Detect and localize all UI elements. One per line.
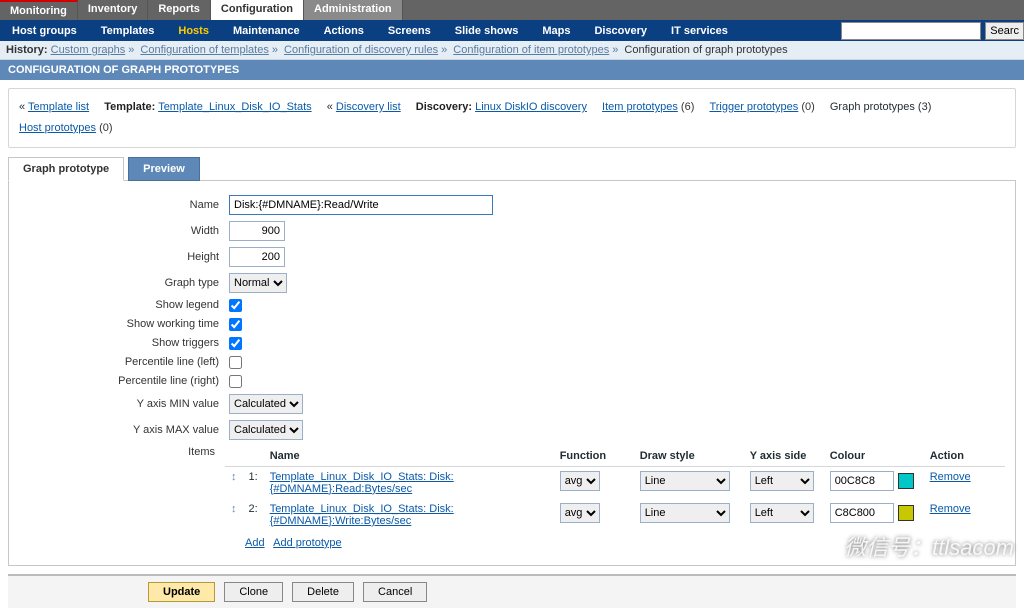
graphtype-label: Graph type [19,277,229,289]
height-label: Height [19,251,229,263]
history-bar: History: Custom graphs» Configuration of… [0,41,1024,60]
page-title: CONFIGURATION OF GRAPH PROTOTYPES [0,60,1024,80]
delete-button[interactable]: Delete [292,582,354,602]
sub-slideshows[interactable]: Slide shows [443,22,531,40]
sub-maps[interactable]: Maps [530,22,582,40]
percright-checkbox[interactable] [229,375,242,388]
item-colour-input[interactable] [830,503,894,523]
top-menu: Monitoring Inventory Reports Configurati… [0,0,1024,20]
col-function: Function [554,446,634,467]
graph-prototypes-label: Graph prototypes (3) [830,101,932,113]
trigger-prototypes-link[interactable]: Trigger prototypes [709,101,798,113]
item-remove-link[interactable]: Remove [930,471,971,483]
showworking-checkbox[interactable] [229,318,242,331]
sub-maintenance[interactable]: Maintenance [221,22,312,40]
ymin-label: Y axis MIN value [19,398,229,410]
width-input[interactable] [229,221,285,241]
item-row: ↕ 2: Template_Linux_Disk_IO_Stats: Disk:… [225,499,1005,531]
sub-discovery[interactable]: Discovery [582,22,659,40]
item-drawstyle-select[interactable]: Line [640,471,730,491]
showtriggers-checkbox[interactable] [229,337,242,350]
item-remove-link[interactable]: Remove [930,503,971,515]
update-button[interactable]: Update [148,582,215,602]
form-panel: Name Width Height Graph type Normal Show… [8,181,1016,566]
item-prototypes-link[interactable]: Item prototypes [602,101,678,113]
drag-handle-icon[interactable]: ↕ [225,466,243,499]
item-function-select[interactable]: avg [560,503,600,523]
showworking-label: Show working time [19,318,229,330]
top-tab-reports[interactable]: Reports [148,0,211,20]
sub-itservices[interactable]: IT services [659,22,740,40]
ymax-label: Y axis MAX value [19,424,229,436]
top-tab-administration[interactable]: Administration [304,0,403,20]
item-colour-input[interactable] [830,471,894,491]
showlegend-label: Show legend [19,299,229,311]
search-button[interactable]: Searc [985,22,1024,40]
col-drawstyle: Draw style [634,446,744,467]
cancel-button[interactable]: Cancel [363,582,427,602]
item-side-select[interactable]: Left [750,471,814,491]
colour-swatch[interactable] [898,473,914,489]
col-action: Action [924,446,1005,467]
top-tab-monitoring[interactable]: Monitoring [0,0,78,20]
col-colour: Colour [824,446,924,467]
add-item-link[interactable]: Add [245,537,265,549]
item-name-link[interactable]: Template_Linux_Disk_IO_Stats: Disk:{#DMN… [270,471,454,495]
template-list-link[interactable]: Template list [28,101,89,113]
showtriggers-label: Show triggers [19,337,229,349]
history-current: Configuration of graph prototypes [624,44,787,56]
item-index: 2: [243,499,264,531]
tab-preview[interactable]: Preview [128,157,200,181]
discovery-list-link[interactable]: Discovery list [336,101,401,113]
search-input[interactable] [841,22,981,40]
tab-graph-prototype[interactable]: Graph prototype [8,157,124,181]
height-input[interactable] [229,247,285,267]
sub-hosts[interactable]: Hosts [166,22,221,40]
col-yaxisside: Y axis side [744,446,824,467]
item-row: ↕ 1: Template_Linux_Disk_IO_Stats: Disk:… [225,466,1005,499]
template-name-link[interactable]: Template_Linux_Disk_IO_Stats [158,101,311,113]
history-link[interactable]: Custom graphs [51,44,126,56]
sub-actions[interactable]: Actions [312,22,376,40]
discovery-label: Discovery: [416,101,472,113]
history-link[interactable]: Configuration of item prototypes [453,44,609,56]
template-label: Template: [104,101,155,113]
item-name-link[interactable]: Template_Linux_Disk_IO_Stats: Disk:{#DMN… [270,503,454,527]
showlegend-checkbox[interactable] [229,299,242,312]
sub-screens[interactable]: Screens [376,22,443,40]
sub-menu: Host groups Templates Hosts Maintenance … [0,20,1024,41]
ymin-select[interactable]: Calculated [229,394,303,414]
percleft-label: Percentile line (left) [19,356,229,368]
items-table: Name Function Draw style Y axis side Col… [225,446,1005,531]
form-tabs: Graph prototype Preview [8,156,1016,181]
top-tab-inventory[interactable]: Inventory [78,0,149,20]
item-index: 1: [243,466,264,499]
button-bar: Update Clone Delete Cancel [8,574,1016,608]
col-name: Name [264,446,554,467]
ymax-select[interactable]: Calculated [229,420,303,440]
discovery-name-link[interactable]: Linux DiskIO discovery [475,101,587,113]
colour-swatch[interactable] [898,505,914,521]
item-drawstyle-select[interactable]: Line [640,503,730,523]
history-link[interactable]: Configuration of templates [140,44,268,56]
top-tab-configuration[interactable]: Configuration [211,0,304,20]
add-prototype-link[interactable]: Add prototype [273,537,342,549]
drag-handle-icon[interactable]: ↕ [225,499,243,531]
name-label: Name [19,199,229,211]
clone-button[interactable]: Clone [224,582,283,602]
items-label: Items [19,446,225,458]
percright-label: Percentile line (right) [19,375,229,387]
name-input[interactable] [229,195,493,215]
history-label: History: [6,44,48,56]
graphtype-select[interactable]: Normal [229,273,287,293]
sub-hostgroups[interactable]: Host groups [0,22,89,40]
percleft-checkbox[interactable] [229,356,242,369]
item-function-select[interactable]: avg [560,471,600,491]
host-prototypes-link[interactable]: Host prototypes [19,122,96,134]
item-side-select[interactable]: Left [750,503,814,523]
width-label: Width [19,225,229,237]
info-bar: « Template list Template: Template_Linux… [8,88,1016,148]
history-link[interactable]: Configuration of discovery rules [284,44,438,56]
sub-templates[interactable]: Templates [89,22,167,40]
